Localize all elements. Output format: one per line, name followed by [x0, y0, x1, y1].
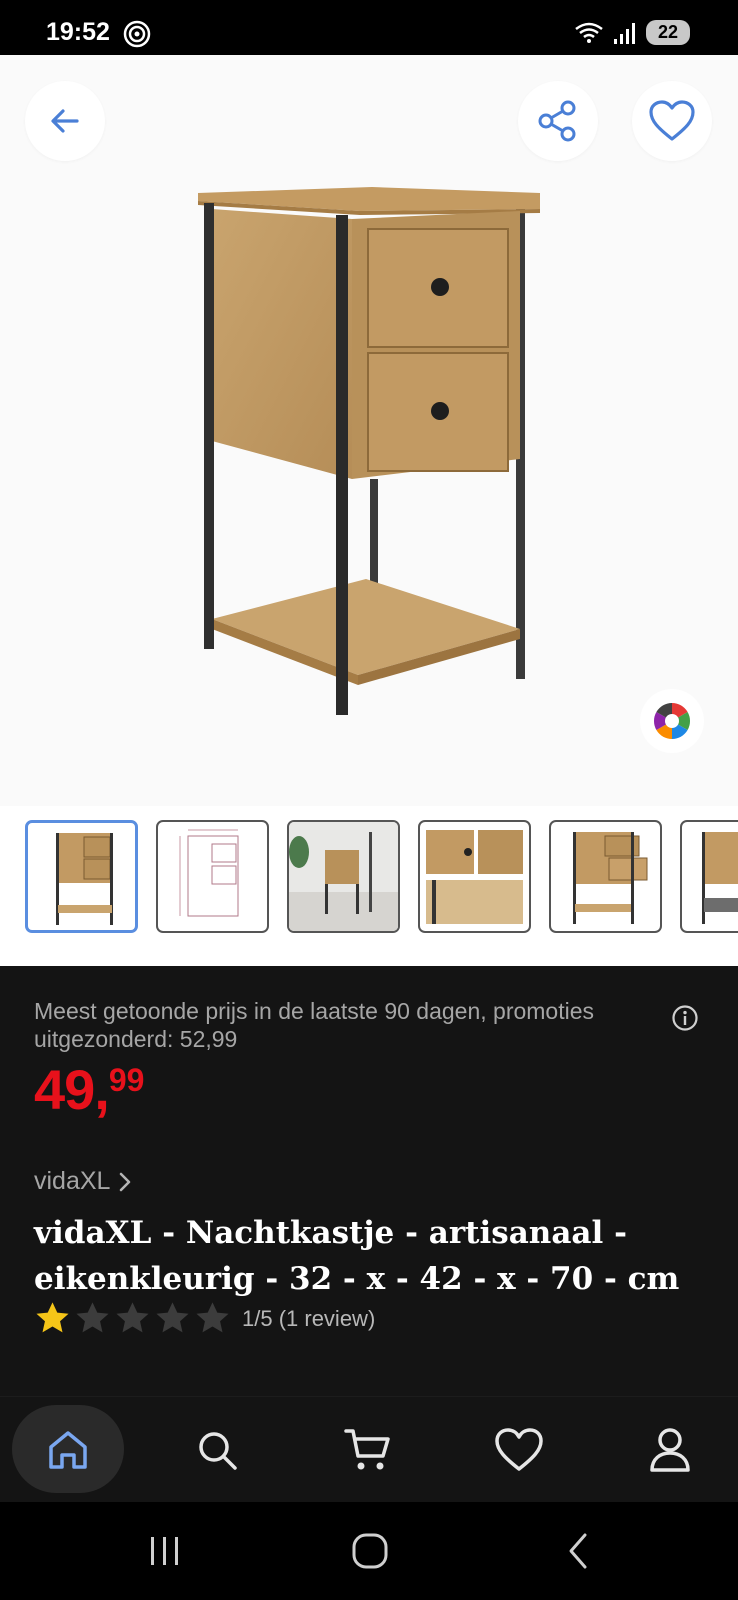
recents-button[interactable] — [135, 1526, 195, 1576]
thumbnail-image — [426, 830, 523, 924]
recents-icon — [151, 1537, 178, 1565]
thumbnail-image — [702, 832, 738, 924]
thumbnail-image — [289, 822, 398, 931]
thumbnail-strip[interactable] — [0, 806, 738, 966]
back-button[interactable] — [25, 81, 105, 161]
wifi-icon — [575, 22, 603, 43]
star-filled-icon — [36, 1302, 69, 1333]
info-icon[interactable] — [671, 1004, 699, 1032]
thumbnail-image — [56, 833, 113, 925]
system-home-button[interactable] — [340, 1526, 400, 1576]
nav-search[interactable] — [162, 1397, 272, 1503]
status-icons: 22 — [574, 20, 690, 45]
back-arrow-icon — [51, 109, 79, 133]
share-icon — [538, 100, 576, 142]
system-navigation-bar — [0, 1502, 738, 1600]
nav-favorites[interactable] — [464, 1397, 574, 1503]
favorite-button[interactable] — [632, 81, 712, 161]
rating[interactable]: 1/5 (1 review) — [34, 1300, 375, 1337]
star-empty-icon — [156, 1302, 189, 1333]
cart-icon — [344, 1429, 390, 1470]
price-main: 49 — [34, 1058, 95, 1121]
color-options-button[interactable] — [640, 689, 704, 753]
thumbnail[interactable] — [156, 820, 269, 933]
star-empty-icon — [76, 1302, 109, 1333]
thumbnail[interactable] — [418, 820, 531, 933]
product-info-panel: Meest getoonde prijs in de laatste 90 da… — [0, 966, 738, 1396]
product-title: vidaXL - Nachtkastje - artisanaal - eike… — [34, 1215, 680, 1297]
thumbnail[interactable] — [680, 820, 738, 933]
thumbnail-image — [179, 829, 239, 917]
price: 49 , 99 — [34, 1062, 144, 1118]
thumbnail[interactable] — [25, 820, 138, 933]
brand-name: vidaXL — [34, 1167, 111, 1195]
at-ring-icon — [123, 20, 151, 48]
nav-account[interactable] — [615, 1397, 725, 1503]
thumbnail-image — [573, 832, 648, 924]
product-photo — [198, 187, 540, 715]
thumbnail[interactable] — [549, 820, 662, 933]
price-separator: , — [94, 1058, 110, 1121]
bottom-navigation — [0, 1396, 738, 1502]
rating-text: 1/5 (1 review) — [242, 1305, 376, 1331]
product-image-area[interactable] — [0, 55, 738, 806]
chevron-right-icon — [120, 1172, 131, 1191]
home-icon — [49, 1431, 87, 1469]
thumbnail[interactable] — [287, 820, 400, 933]
brand-link[interactable]: vidaXL — [34, 1167, 132, 1196]
nav-home[interactable] — [13, 1397, 123, 1503]
star-empty-icon — [196, 1302, 229, 1333]
status-time: 19:52 — [46, 18, 110, 46]
heart-icon — [649, 100, 695, 141]
price-cents: 99 — [108, 1062, 145, 1098]
nav-cart[interactable] — [313, 1397, 423, 1503]
share-button[interactable] — [518, 81, 598, 161]
system-back-button[interactable] — [548, 1526, 608, 1576]
lowest-price-note: Meest getoonde prijs in de laatste 90 da… — [34, 998, 595, 1052]
search-icon — [199, 1432, 237, 1470]
heart-icon — [495, 1428, 543, 1471]
status-bar: 19:52 22 — [0, 0, 738, 55]
battery-icon: 22 — [646, 20, 690, 45]
account-icon — [650, 1428, 690, 1472]
home-circle-icon — [352, 1533, 388, 1569]
signal-icon — [614, 22, 635, 44]
color-wheel-icon — [653, 703, 691, 739]
back-chevron-icon — [569, 1533, 587, 1569]
star-empty-icon — [116, 1302, 149, 1333]
